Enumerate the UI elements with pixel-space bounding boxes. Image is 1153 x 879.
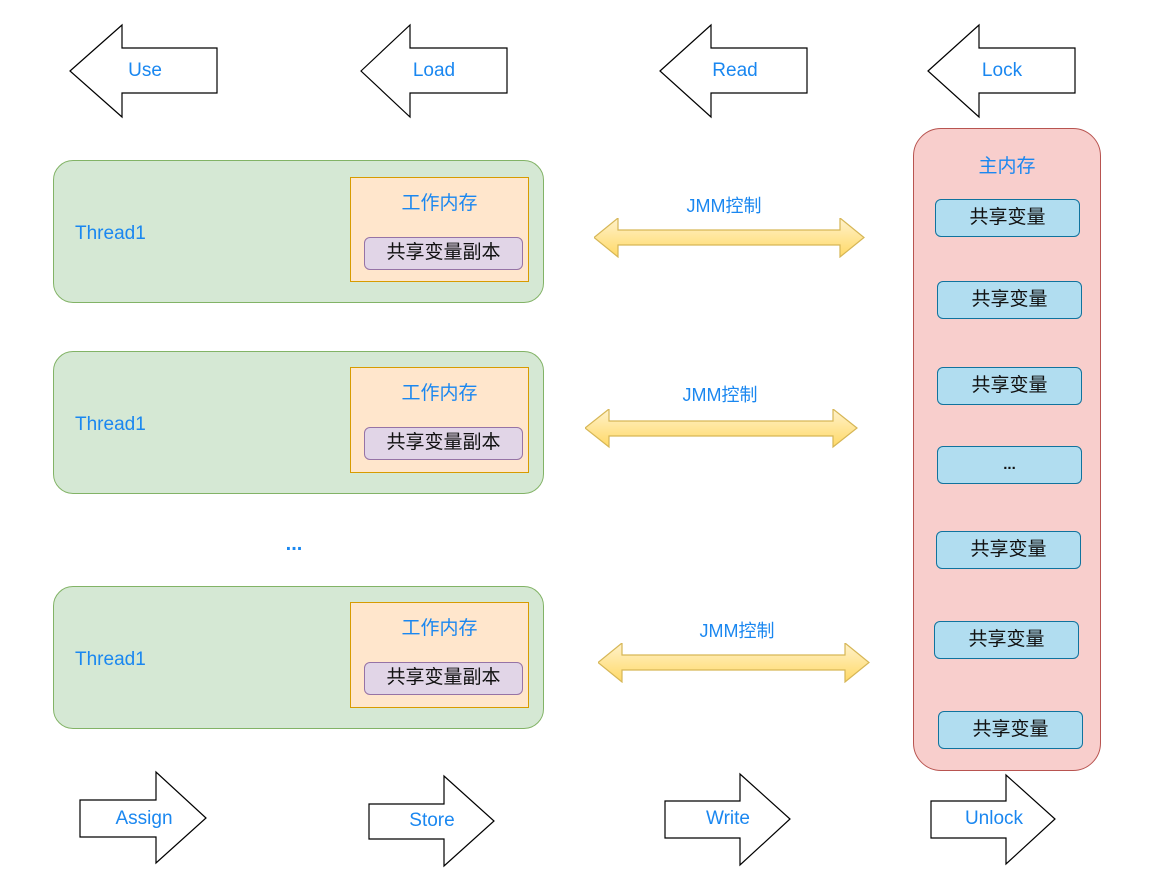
work-memory-1: 工作内存 共享变量副本	[350, 177, 529, 282]
work-memory-title: 工作内存	[401, 383, 478, 404]
double-arrow-icon	[597, 641, 870, 684]
shared-variable: 共享变量	[934, 621, 1079, 659]
shared-variable-copy: 共享变量副本	[364, 237, 523, 270]
op-label-assign: Assign	[115, 808, 173, 829]
op-label-use: Use	[128, 60, 162, 81]
thread-label: Thread1	[75, 649, 146, 670]
op-arrow-assign: Assign	[79, 770, 208, 865]
work-memory-title: 工作内存	[401, 193, 478, 214]
work-memory-title: 工作内存	[401, 618, 478, 639]
jmm-label-2: JMM控制	[682, 385, 758, 405]
shared-variable-copy: 共享变量副本	[364, 427, 523, 460]
op-arrow-load: Load	[360, 23, 509, 119]
thread-label: Thread1	[75, 223, 146, 244]
double-arrow-icon	[584, 407, 858, 449]
shared-variable: 共享变量	[935, 199, 1080, 237]
jmm-label-1: JMM控制	[686, 196, 762, 216]
op-arrow-unlock: Unlock	[930, 773, 1059, 867]
jmm-label-3: JMM控制	[699, 621, 775, 641]
shared-variable: 共享变量	[937, 281, 1082, 319]
shared-variable-copy: 共享变量副本	[364, 662, 523, 695]
op-label-lock: Lock	[981, 60, 1023, 81]
jmm-arrow-3	[597, 641, 871, 684]
op-label-unlock: Unlock	[964, 808, 1024, 829]
main-memory-title: 主内存	[978, 156, 1036, 177]
shared-variable: 共享变量	[936, 531, 1081, 569]
op-arrow-use: Use	[69, 23, 218, 119]
op-label-load: Load	[412, 60, 456, 81]
op-arrow-lock: Lock	[927, 23, 1076, 119]
op-arrow-read: Read	[659, 23, 808, 119]
double-arrow-icon	[593, 216, 865, 259]
shared-variable-ellipsis: ...	[937, 446, 1082, 484]
jmm-arrow-1	[593, 216, 866, 259]
work-memory-2: 工作内存 共享变量副本	[350, 367, 529, 473]
op-arrow-store: Store	[368, 774, 497, 868]
op-label-read: Read	[712, 60, 758, 81]
threads-ellipsis: ...	[285, 533, 303, 555]
op-label-store: Store	[409, 810, 455, 831]
op-label-write: Write	[706, 808, 750, 829]
jmm-arrow-2	[584, 407, 859, 449]
shared-variable: 共享变量	[937, 367, 1082, 405]
shared-variable: 共享变量	[938, 711, 1083, 749]
op-arrow-write: Write	[664, 772, 793, 867]
work-memory-3: 工作内存 共享变量副本	[350, 602, 529, 708]
thread-label: Thread1	[75, 414, 146, 435]
